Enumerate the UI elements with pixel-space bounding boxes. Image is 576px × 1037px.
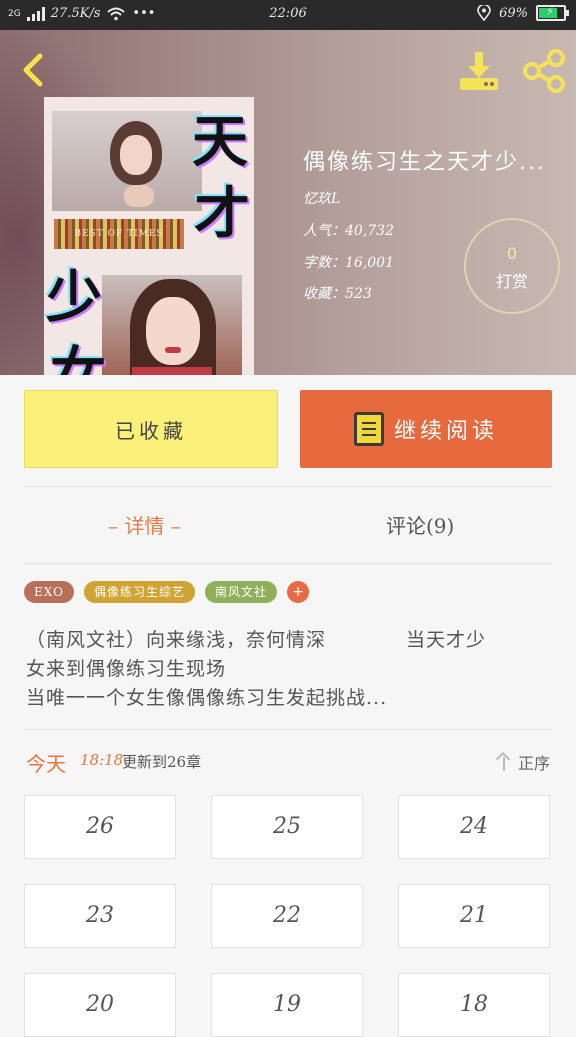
cover-char-1: 天 (192, 109, 248, 175)
divider (24, 563, 552, 564)
words-label: 字数： (303, 255, 345, 271)
sort-arrow-icon (496, 753, 512, 771)
location-icon (477, 5, 491, 21)
chapter-button[interactable]: 25 (211, 795, 363, 859)
cover-stripe: BEST OF TIMES (54, 219, 184, 249)
tag-item[interactable]: EXO (24, 581, 74, 603)
popularity-row: 人气：40,732 (303, 220, 394, 240)
tip-label: 打赏 (495, 272, 528, 291)
book-icon (353, 412, 384, 446)
words-row: 字数：16,001 (303, 252, 394, 272)
cover-photo-bottom (102, 275, 242, 375)
cover-char-4: 女 (50, 341, 106, 375)
back-icon[interactable] (14, 50, 54, 90)
chapter-button[interactable]: 18 (398, 973, 550, 1037)
cover-photo-top (52, 111, 202, 211)
chapter-button[interactable]: 24 (398, 795, 550, 859)
tab-comments[interactable]: 评论(9) (386, 510, 454, 539)
status-bar: 2G 27.5K/s ••• 22:06 69% ⚡ (0, 0, 576, 30)
chapter-button[interactable]: 23 (24, 884, 176, 948)
update-time: 18:18 (80, 751, 124, 769)
popularity-label: 人气： (303, 223, 345, 239)
collections-label: 收藏： (303, 286, 345, 302)
chapter-button[interactable]: 20 (24, 973, 176, 1037)
chapter-button[interactable]: 26 (24, 795, 176, 859)
book-cover[interactable]: BEST OF TIMES 天 才 少 女 (44, 97, 254, 375)
update-day: 今天 (26, 752, 66, 776)
tag-item[interactable]: 南风文社 (204, 581, 277, 603)
tag-item[interactable]: 偶像练习生综艺 (83, 581, 195, 603)
chapter-button[interactable]: 22 (211, 884, 363, 948)
sort-toggle[interactable]: 正序 (496, 750, 550, 774)
collected-label: 已收藏 (115, 418, 187, 443)
author-name[interactable]: 忆玖L (303, 188, 340, 208)
divider (24, 729, 552, 730)
chapter-button[interactable]: 19 (211, 973, 363, 1037)
cover-char-3: 少 (46, 265, 102, 331)
sort-label: 正序 (517, 754, 550, 773)
download-icon[interactable] (454, 46, 504, 96)
add-tag-button[interactable]: + (286, 581, 309, 603)
collected-button[interactable]: 已收藏 (24, 390, 278, 468)
update-info: 今天 18:18 更新到26章 正序 (24, 748, 552, 776)
book-header: BEST OF TIMES 天 才 少 女 偶像练习生之天才少... 忆玖L 人… (0, 30, 576, 375)
share-icon[interactable] (520, 46, 570, 96)
popularity-value: 40,732 (345, 223, 394, 239)
tip-button[interactable]: 0 打赏 (464, 218, 560, 314)
update-text: 更新到26章 (122, 753, 202, 771)
chapter-button[interactable]: 21 (398, 884, 550, 948)
tab-detail[interactable]: – 详情 – (108, 510, 181, 539)
collections-row: 收藏：523 (303, 283, 372, 303)
tag-list: EXO 偶像练习生综艺 南风文社 + (24, 581, 309, 603)
continue-reading-label: 继续阅读 (393, 419, 498, 444)
book-description[interactable]: （南风文社）向来缘浅，奈何情深 当天才少 女来到偶像练习生现场 当唯一一个女生像… (26, 626, 556, 713)
book-title: 偶像练习生之天才少... (303, 150, 546, 175)
words-value: 16,001 (345, 255, 394, 271)
collections-value: 523 (345, 286, 372, 302)
battery-icon: ⚡ (536, 5, 569, 21)
continue-reading-button[interactable]: 继续阅读 (300, 390, 552, 468)
divider (24, 486, 552, 487)
cover-char-2: 才 (194, 181, 250, 247)
battery-percent: 69% (499, 5, 528, 21)
tip-count: 0 (506, 244, 518, 263)
